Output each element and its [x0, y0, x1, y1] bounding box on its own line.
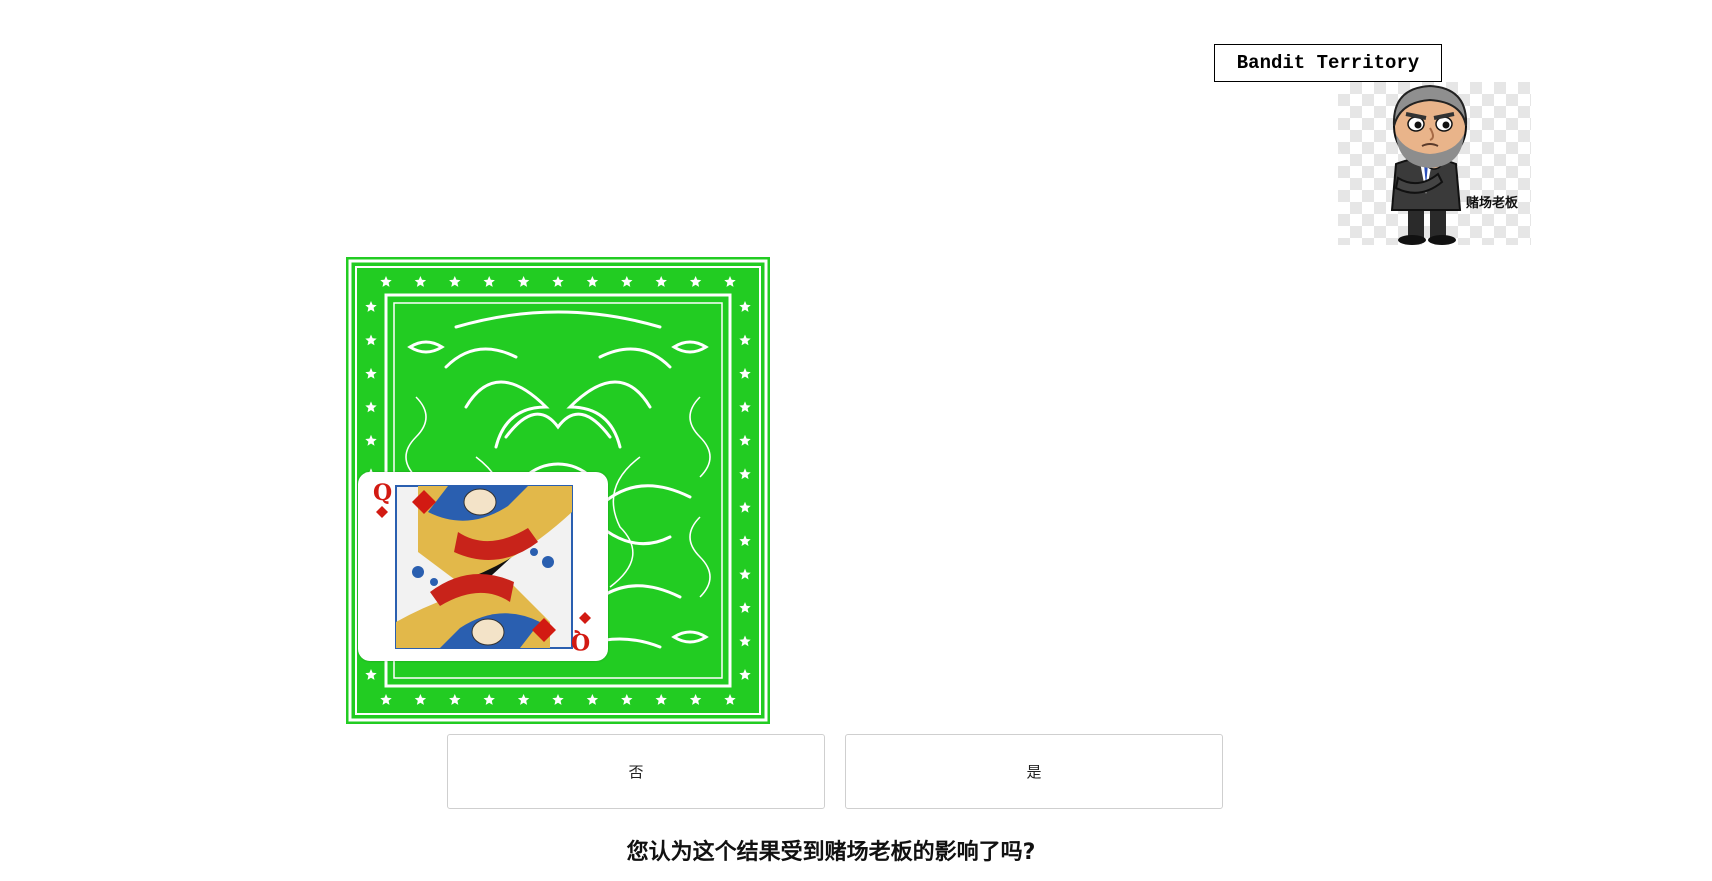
casino-boss-avatar: 赌场老板: [1338, 82, 1531, 245]
game-stage: Bandit Territory 赌场老板 Q Q 否 是 您认为这个结果受到赌…: [0, 0, 1712, 881]
card-rank-top: Q: [373, 480, 393, 506]
yes-button[interactable]: 是: [845, 734, 1223, 809]
yes-button-label: 是: [1026, 763, 1042, 781]
boss-figure-icon: [1390, 84, 1468, 245]
boss-caption: 赌场老板: [1466, 196, 1519, 211]
territory-label: Bandit Territory: [1214, 44, 1442, 82]
card-rank-bottom: Q: [571, 628, 591, 654]
question-text: 您认为这个结果受到赌场老板的影响了吗?: [626, 840, 1036, 865]
no-button[interactable]: 否: [447, 734, 825, 809]
queen-of-diamonds-card: Q Q: [358, 472, 608, 661]
no-button-label: 否: [628, 763, 644, 781]
